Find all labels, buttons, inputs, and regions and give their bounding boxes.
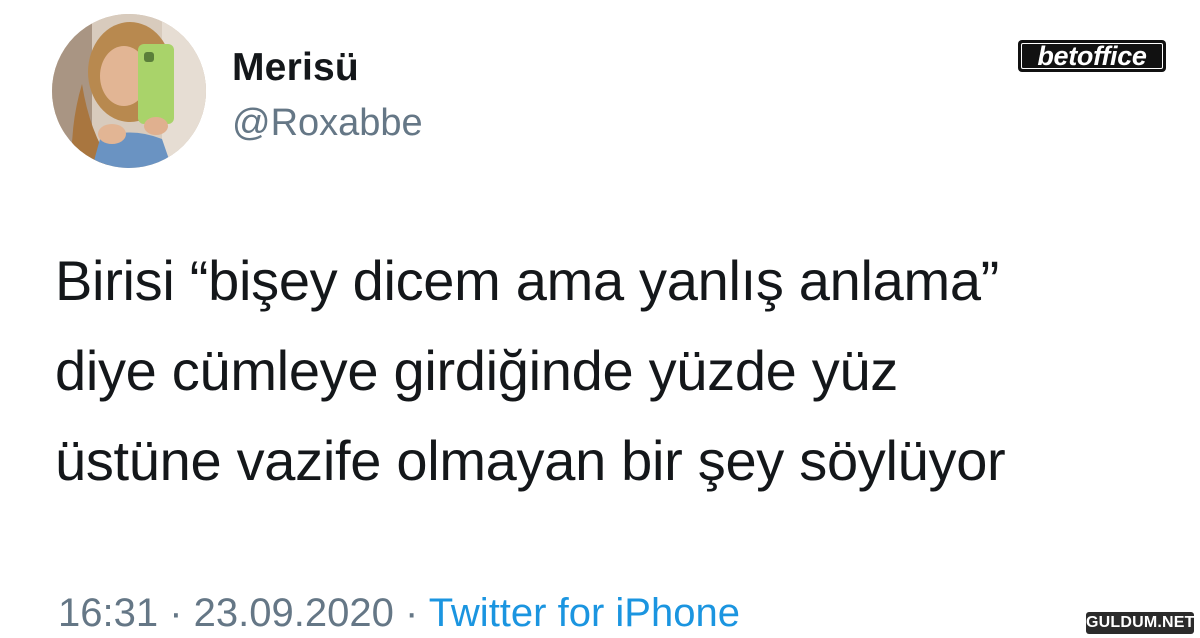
betoffice-logo: betoffice xyxy=(1018,40,1166,72)
tweet-card: Merisü @Roxabbe betoffice Birisi “bişey … xyxy=(0,0,1200,637)
tweet-text-line: Birisi “bişey dicem ama yanlış anlama” xyxy=(55,249,1000,312)
tweet-metadata: 16:31 · 23.09.2020 · Twitter for iPhone xyxy=(58,588,740,638)
display-name[interactable]: Merisü xyxy=(232,44,359,92)
betoffice-logo-text: betoffice xyxy=(1037,41,1147,71)
profile-photo-icon xyxy=(52,14,206,168)
user-handle[interactable]: @Roxabbe xyxy=(232,100,423,146)
tweet-text-line: diye cümleye girdiğinde yüzde yüz xyxy=(55,339,899,402)
guldum-watermark: GULDUM.NET xyxy=(1086,612,1194,634)
avatar[interactable] xyxy=(52,14,206,168)
tweet-text-line: üstüne vazife olmayan bir şey söylüyor xyxy=(55,429,1006,492)
tweet-text: Birisi “bişey dicem ama yanlış anlama” d… xyxy=(55,236,1155,506)
tweet-date[interactable]: 23.09.2020 xyxy=(194,591,394,635)
tweet-source-link[interactable]: Twitter for iPhone xyxy=(429,591,740,635)
meta-separator: · xyxy=(393,591,429,635)
tweet-time[interactable]: 16:31 xyxy=(58,591,158,635)
meta-separator: · xyxy=(158,591,194,635)
